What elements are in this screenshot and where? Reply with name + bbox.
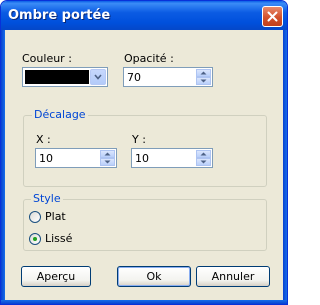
window-frame-bottom	[1, 300, 287, 304]
ok-button[interactable]: Ok	[117, 266, 191, 287]
offset-x-spinner[interactable]: 10	[35, 148, 117, 168]
window-frame-left	[1, 30, 5, 304]
offset-y-value[interactable]: 10	[135, 152, 149, 165]
spin-down-icon	[104, 160, 111, 164]
radio-flat-label[interactable]: Plat	[45, 210, 66, 223]
offset-x-label: X :	[36, 133, 51, 146]
offset-y-up-button[interactable]	[196, 150, 211, 158]
spin-up-icon	[200, 152, 207, 156]
preview-button[interactable]: Aperçu	[21, 266, 91, 287]
offset-y-label: Y :	[132, 133, 146, 146]
offset-y-spinner[interactable]: 10	[131, 148, 213, 168]
window-title: Ombre portée	[8, 8, 111, 23]
opacity-down-button[interactable]	[196, 77, 211, 85]
opacity-value[interactable]: 70	[127, 71, 141, 84]
cancel-button[interactable]: Annuler	[196, 266, 270, 287]
radio-flat[interactable]	[29, 211, 41, 223]
opacity-spinner[interactable]: 70	[123, 67, 213, 87]
color-swatch	[25, 70, 89, 84]
opacity-label: Opacité :	[124, 52, 174, 65]
radio-smooth-label[interactable]: Lissé	[45, 232, 72, 245]
spin-down-icon	[200, 79, 207, 83]
radio-selected-dot	[33, 237, 37, 241]
close-icon	[267, 11, 278, 22]
close-button[interactable]	[262, 6, 283, 27]
chevron-down-icon	[94, 74, 102, 80]
offset-x-up-button[interactable]	[100, 150, 115, 158]
style-group-legend: Style	[31, 192, 63, 205]
spin-up-icon	[200, 71, 207, 75]
opacity-up-button[interactable]	[196, 69, 211, 77]
color-dropdown-button[interactable]	[90, 69, 106, 85]
title-bar[interactable]: Ombre portée	[1, 1, 287, 30]
radio-smooth[interactable]	[29, 233, 41, 245]
color-dropdown[interactable]	[22, 67, 108, 87]
window-frame-right	[283, 30, 287, 304]
offset-group-legend: Décalage	[32, 108, 88, 121]
spin-up-icon	[104, 152, 111, 156]
dialog-window: Ombre portée Couleur : Opacité : 70 Déca…	[0, 0, 288, 305]
color-label: Couleur :	[22, 52, 72, 65]
spin-down-icon	[200, 160, 207, 164]
offset-x-down-button[interactable]	[100, 158, 115, 166]
offset-y-down-button[interactable]	[196, 158, 211, 166]
offset-x-value[interactable]: 10	[39, 152, 53, 165]
